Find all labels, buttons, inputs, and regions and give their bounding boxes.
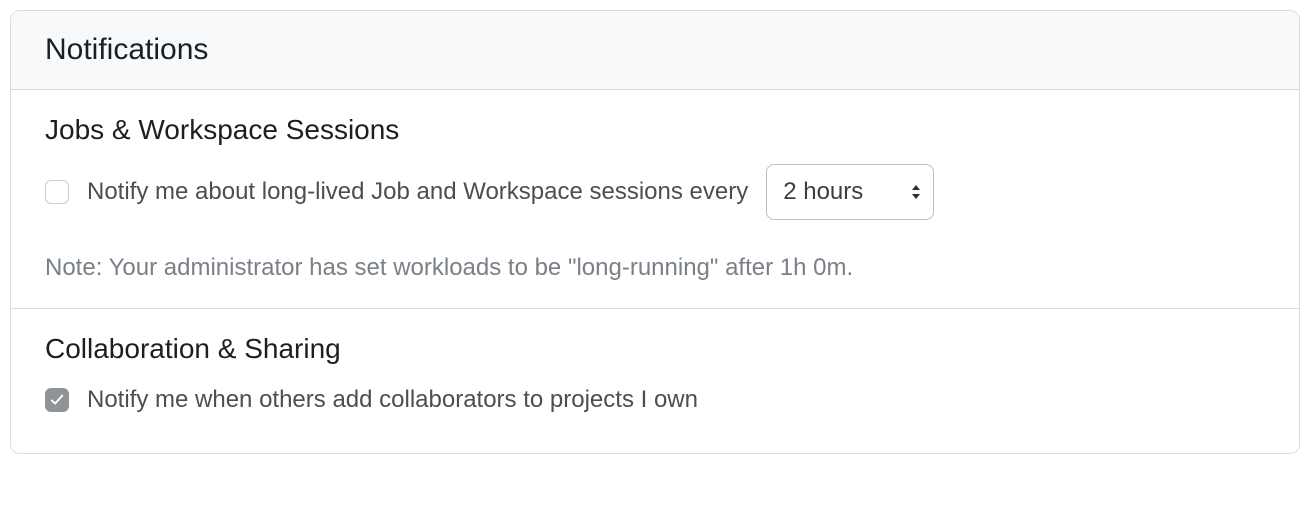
section-collaboration: Collaboration & Sharing Notify me when o… bbox=[11, 308, 1299, 453]
notifications-panel: Notifications Jobs & Workspace Sessions … bbox=[10, 10, 1300, 454]
jobs-notify-row: Notify me about long-lived Job and Works… bbox=[45, 164, 1265, 220]
collab-notify-row: Notify me when others add collaborators … bbox=[45, 383, 1265, 417]
check-icon bbox=[50, 393, 64, 407]
section-collaboration-title: Collaboration & Sharing bbox=[45, 333, 1265, 365]
collab-notify-label: Notify me when others add collaborators … bbox=[87, 383, 698, 417]
select-stepper-icon bbox=[911, 184, 921, 200]
panel-title: Notifications bbox=[11, 11, 1299, 90]
jobs-admin-note: Note: Your administrator has set workloa… bbox=[45, 254, 1265, 282]
jobs-notify-checkbox[interactable] bbox=[45, 180, 69, 204]
jobs-interval-select[interactable]: 2 hours bbox=[766, 164, 934, 220]
section-jobs: Jobs & Workspace Sessions Notify me abou… bbox=[11, 90, 1299, 308]
collab-notify-checkbox[interactable] bbox=[45, 388, 69, 412]
jobs-notify-label: Notify me about long-lived Job and Works… bbox=[87, 175, 748, 209]
jobs-interval-value: 2 hours bbox=[783, 178, 863, 206]
section-jobs-title: Jobs & Workspace Sessions bbox=[45, 114, 1265, 146]
